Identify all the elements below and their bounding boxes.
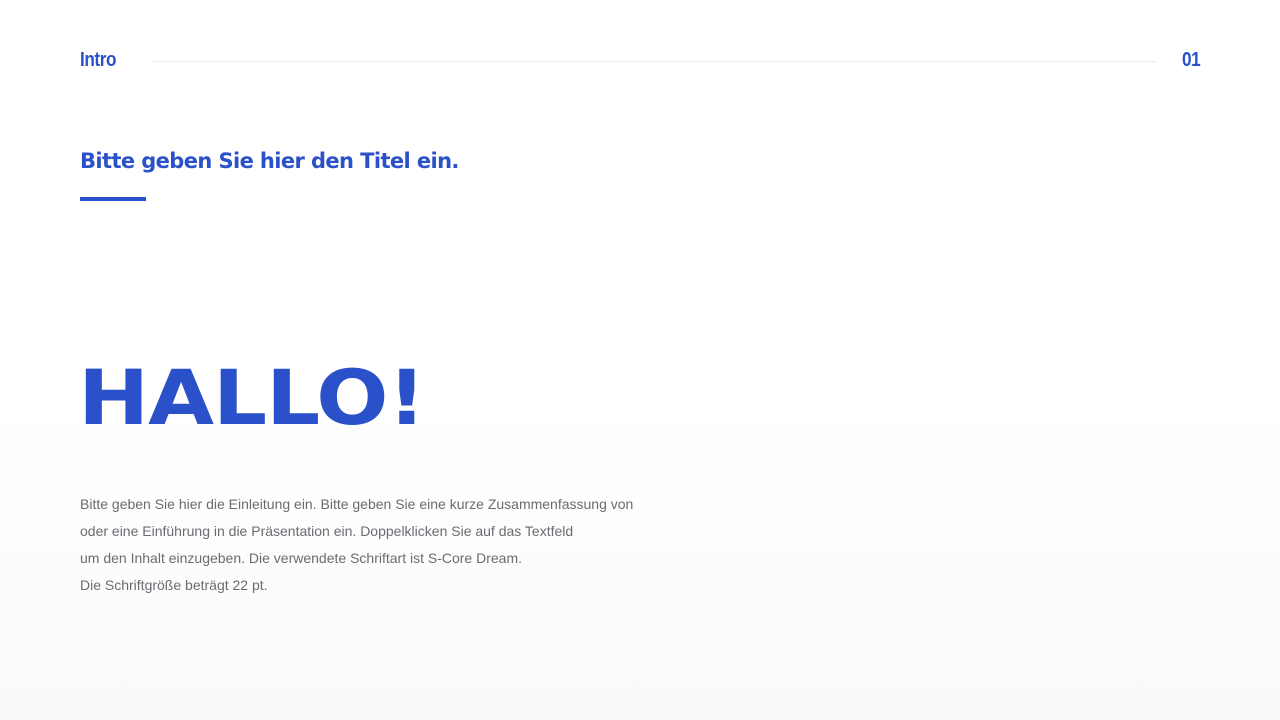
intro-textbox[interactable]: Bitte geben Sie hier die Einleitung ein.… xyxy=(80,491,700,599)
intro-line-4: Die Schriftgröße beträgt 22 pt. xyxy=(80,577,268,593)
section-label: Intro xyxy=(80,49,117,71)
title-underline xyxy=(80,197,146,201)
slide: Intro 01 Bitte geben Sie hier den Titel … xyxy=(0,0,1280,720)
headline[interactable]: HALLO! xyxy=(78,356,426,440)
slide-title[interactable]: Bitte geben Sie hier den Titel ein. xyxy=(80,147,459,175)
intro-line-1: Bitte geben Sie hier die Einleitung ein.… xyxy=(80,496,634,512)
intro-line-2: oder eine Einführung in die Präsentation… xyxy=(80,523,574,539)
intro-line-3: um den Inhalt einzugeben. Die verwendete… xyxy=(80,550,522,566)
page-number: 01 xyxy=(1181,49,1201,71)
header-divider xyxy=(152,61,1156,62)
